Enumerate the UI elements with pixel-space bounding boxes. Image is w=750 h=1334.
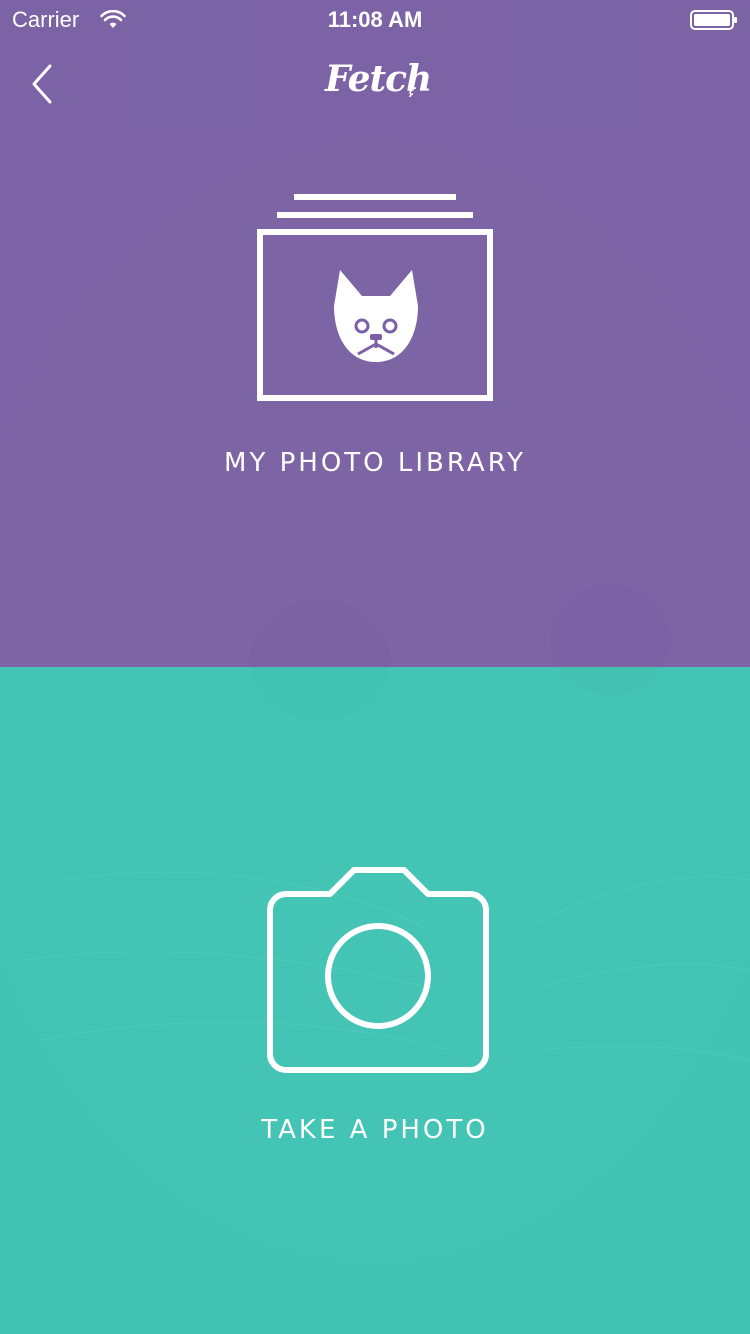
camera-icon (267, 867, 489, 1073)
photo-library-option[interactable]: MY PHOTO LIBRARY (0, 180, 750, 500)
take-photo-label: TAKE A PHOTO (261, 1115, 489, 1145)
photo-source-screen: Carrier 11:08 AM Fetch MY PHOTO LIBRARY … (0, 0, 750, 1334)
photo-library-dog-icon (257, 194, 493, 401)
back-button[interactable] (18, 56, 68, 112)
battery-icon (690, 10, 737, 30)
status-bar: Carrier 11:08 AM (0, 0, 750, 40)
chevron-left-icon (32, 64, 52, 104)
signal-icon (409, 84, 417, 98)
photo-library-label: MY PHOTO LIBRARY (224, 448, 526, 478)
status-time: 11:08 AM (327, 7, 423, 32)
take-photo-option[interactable]: TAKE A PHOTO (0, 850, 750, 1160)
navigation-bar: Fetch (0, 40, 750, 128)
fetch-logo: Fetch (325, 58, 432, 110)
